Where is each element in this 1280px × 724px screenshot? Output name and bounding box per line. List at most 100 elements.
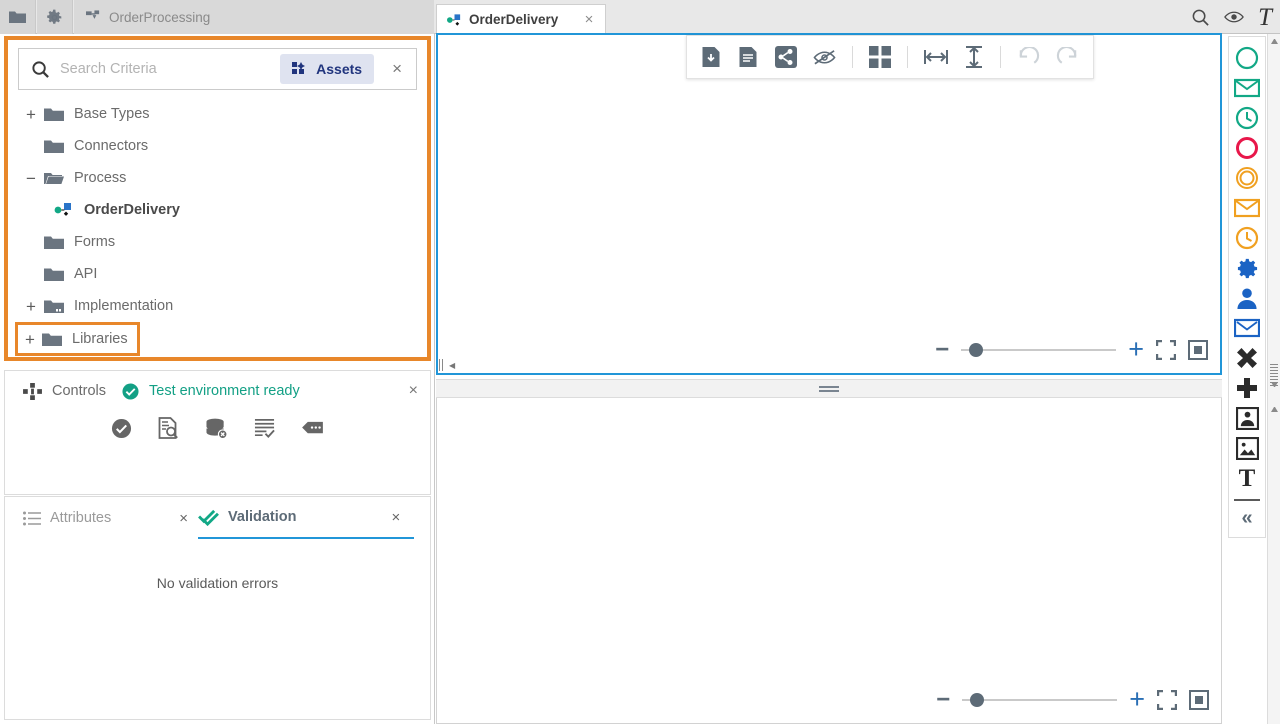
list-check-icon[interactable] [254, 418, 275, 439]
tree-item-label: OrderDelivery [84, 202, 180, 218]
application-window: OrderProcessing OrderDelivery × T Search… [0, 0, 1280, 724]
status-badge: Test environment ready [149, 383, 300, 399]
zoom-slider[interactable] [961, 342, 1117, 357]
folder-icon [44, 107, 64, 122]
assets-filter-button[interactable]: Assets [280, 54, 375, 84]
tree-item-base-types[interactable]: + Base Types [18, 98, 423, 130]
expand-icon[interactable]: + [18, 298, 44, 315]
right-vertical-scrollbar[interactable] [1267, 34, 1280, 724]
expand-icon[interactable]: + [18, 331, 42, 348]
palette-pool-lane-icon[interactable] [1228, 403, 1266, 433]
folder-open-icon [44, 171, 64, 186]
tree-item-libraries[interactable]: + Libraries [15, 322, 140, 356]
database-delete-icon[interactable] [205, 418, 228, 439]
folder-icon[interactable] [0, 0, 36, 34]
fit-screen-icon[interactable] [1157, 689, 1177, 710]
zoom-slider[interactable] [962, 692, 1118, 707]
palette-intermediate-message[interactable] [1228, 193, 1266, 223]
zoom-in-button[interactable]: + [1129, 686, 1145, 713]
share-icon[interactable] [775, 46, 797, 68]
palette-intermediate-event[interactable] [1228, 163, 1266, 193]
top-toolbar: OrderProcessing OrderDelivery × T [0, 0, 1280, 34]
file-download-icon[interactable] [701, 46, 722, 68]
close-icon[interactable]: × [384, 509, 409, 526]
tree-item-api[interactable]: API [18, 258, 423, 290]
controls-panel-header: Controls Test environment ready × [5, 371, 430, 411]
tree-item-orderdelivery[interactable]: OrderDelivery [18, 194, 423, 226]
status-check-icon [122, 382, 139, 400]
close-icon[interactable]: × [409, 382, 418, 400]
top-right-actions: T [1191, 0, 1272, 34]
tab-validation[interactable]: Validation × [198, 497, 415, 539]
fit-screen-icon[interactable] [1156, 339, 1176, 360]
palette-intermediate-timer[interactable] [1228, 223, 1266, 253]
palette-send-task-envelope-icon[interactable] [1228, 313, 1266, 343]
assets-icon [292, 62, 308, 76]
scrollbar-grip[interactable] [439, 359, 445, 371]
palette-service-task-gear-icon[interactable] [1228, 253, 1266, 283]
document-tab-orderdelivery[interactable]: OrderDelivery × [436, 4, 606, 34]
document-icon[interactable] [738, 46, 759, 68]
tree-item-forms[interactable]: Forms [18, 226, 423, 258]
undo-icon [1017, 47, 1040, 67]
check-circle-icon[interactable] [111, 418, 132, 439]
collapse-icon[interactable]: − [18, 170, 44, 187]
tree-item-label: Implementation [74, 298, 174, 314]
zoom-out-button[interactable]: − [936, 687, 950, 712]
comment-icon[interactable] [301, 420, 324, 437]
palette-exclusive-gateway-icon[interactable] [1228, 343, 1266, 373]
diagram-canvas-bottom[interactable]: − + [436, 398, 1222, 724]
palette-text-annotation-icon[interactable]: T [1228, 463, 1266, 493]
validation-panel: Attributes × Validation × No validation … [4, 496, 431, 720]
scroll-up-arrow-icon[interactable] [1271, 38, 1278, 44]
search-input[interactable]: Search Criteria [60, 61, 270, 77]
scroll-up-arrow-icon[interactable] [1271, 406, 1278, 412]
gear-icon[interactable] [37, 0, 73, 34]
search-icon[interactable] [1191, 8, 1210, 27]
palette-image-artifact-icon[interactable] [1228, 433, 1266, 463]
palette-divider [1234, 499, 1260, 501]
palette-start-event-timer[interactable] [1228, 103, 1266, 133]
left-panel: Search Criteria Assets × + Base Types Co… [0, 34, 435, 724]
text-format-icon[interactable]: T [1258, 5, 1272, 30]
splitter-grip-icon[interactable] [819, 384, 839, 394]
palette-user-task-person-icon[interactable] [1228, 283, 1266, 313]
eye-icon[interactable] [1224, 10, 1244, 24]
close-icon[interactable]: × [171, 510, 196, 527]
zoom-slider-handle[interactable] [969, 342, 984, 357]
grid-icon[interactable] [869, 46, 891, 68]
palette-end-event-none[interactable] [1228, 133, 1266, 163]
scroll-left-arrow-icon[interactable]: ◀ [449, 361, 455, 370]
palette-parallel-gateway-icon[interactable] [1228, 373, 1266, 403]
scroll-down-arrow-icon[interactable] [1271, 382, 1278, 388]
palette-collapse-button[interactable]: « [1228, 503, 1266, 533]
zoom-slider-handle[interactable] [970, 692, 985, 707]
fit-vertical-icon[interactable] [964, 46, 984, 68]
center-icon[interactable] [1189, 689, 1209, 710]
clear-search-icon[interactable]: × [384, 59, 410, 79]
tab-attributes[interactable]: Attributes [23, 497, 111, 539]
redo-icon [1056, 47, 1079, 67]
tree-item-label: Forms [74, 234, 116, 250]
center-icon[interactable] [1188, 339, 1208, 360]
palette-start-event-message[interactable] [1228, 73, 1266, 103]
controls-icon [23, 382, 42, 400]
palette-start-event-none[interactable] [1228, 43, 1266, 73]
tree-item-connectors[interactable]: Connectors [18, 130, 423, 162]
zoom-out-button[interactable]: − [935, 337, 949, 362]
document-search-icon[interactable] [158, 417, 179, 439]
tree-item-process[interactable]: − Process [18, 162, 423, 194]
horizontal-scrollbar-top[interactable]: ◀ [438, 359, 1220, 371]
project-tab-orderprocessing[interactable]: OrderProcessing [74, 0, 434, 34]
eye-off-icon[interactable] [813, 49, 836, 66]
search-bar[interactable]: Search Criteria Assets × [18, 48, 417, 90]
horizontal-splitter[interactable] [436, 379, 1222, 398]
expand-icon[interactable]: + [18, 106, 44, 123]
zoom-slider-track [961, 348, 1117, 351]
tab-label: Attributes [50, 510, 112, 526]
diagram-canvas-top[interactable]: − + ◀ [436, 33, 1222, 375]
close-icon[interactable]: × [581, 11, 597, 28]
tree-item-implementation[interactable]: + Implementation [18, 290, 423, 322]
fit-horizontal-icon[interactable] [924, 47, 948, 67]
asset-explorer-panel: Search Criteria Assets × + Base Types Co… [4, 36, 431, 361]
